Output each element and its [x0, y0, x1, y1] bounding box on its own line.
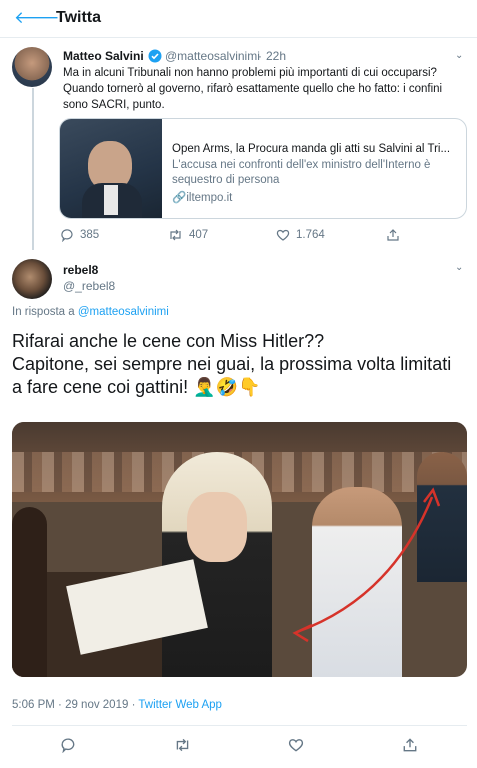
share-icon	[387, 229, 399, 241]
source-app[interactable]: Twitter Web App	[138, 699, 222, 711]
thread-line	[32, 88, 34, 250]
page-title: Twitta	[56, 9, 102, 26]
author-name[interactable]: Matteo Salvini	[63, 49, 144, 63]
tweet-date[interactable]: 29 nov 2019	[65, 699, 128, 711]
link-card[interactable]: Open Arms, la Procura manda gli atti su …	[59, 118, 467, 219]
reply-context: In risposta a @matteosalvinimi	[12, 306, 169, 318]
tweet-time[interactable]: 5:06 PM	[12, 699, 55, 711]
author-handle[interactable]: @_rebel8	[63, 279, 115, 293]
tweet-time[interactable]: 22h	[266, 49, 286, 63]
retweet-icon	[176, 738, 189, 752]
top-bar: 🡐 Twitta	[0, 0, 477, 38]
author-name[interactable]: rebel8	[63, 263, 98, 277]
author-handle[interactable]: @matteosalvinimi	[165, 49, 260, 63]
share-button[interactable]	[402, 737, 418, 753]
reply-button[interactable]: 385	[60, 228, 99, 242]
like-button[interactable]	[288, 737, 304, 753]
tweet-meta: 5:06 PM · 29 nov 2019 · Twitter Web App	[12, 699, 222, 711]
reply-handle-link[interactable]: @matteosalvinimi	[78, 306, 169, 318]
chevron-down-icon[interactable]: ⌄	[455, 50, 463, 61]
reply-button[interactable]	[60, 737, 76, 753]
card-image	[60, 119, 162, 218]
retweet-button[interactable]	[174, 737, 191, 753]
tweet-text: Rifarai anche le cene con Miss Hitler?? …	[12, 331, 452, 397]
link-icon: 🔗	[172, 192, 187, 204]
tweet-text: Ma in alcuni Tribunali non hanno problem…	[63, 67, 443, 111]
avatar[interactable]	[12, 47, 52, 87]
emoji-group: 🤦‍♂️🤣👇	[193, 377, 261, 397]
share-button[interactable]	[386, 228, 400, 242]
chevron-down-icon[interactable]: ⌄	[455, 262, 463, 273]
like-button[interactable]: 1.764	[276, 228, 325, 242]
card-domain: 🔗iltempo.it	[172, 192, 233, 204]
avatar[interactable]	[12, 259, 52, 299]
divider	[12, 725, 467, 726]
reply-icon	[61, 738, 75, 753]
share-icon	[403, 738, 417, 752]
card-description: L'accusa nei confronti dell'ex ministro …	[172, 159, 431, 186]
like-icon	[276, 229, 290, 241]
card-title: Open Arms, la Procura manda gli atti su …	[172, 143, 451, 155]
like-icon	[288, 739, 304, 752]
retweet-button[interactable]: 407	[168, 228, 208, 242]
back-arrow-icon[interactable]: 🡐	[14, 8, 60, 28]
arrow-overlay	[292, 487, 441, 643]
tweet-photo[interactable]	[12, 422, 467, 677]
reply-icon	[61, 229, 73, 242]
verified-badge-icon	[148, 49, 162, 63]
retweet-icon	[170, 229, 181, 241]
